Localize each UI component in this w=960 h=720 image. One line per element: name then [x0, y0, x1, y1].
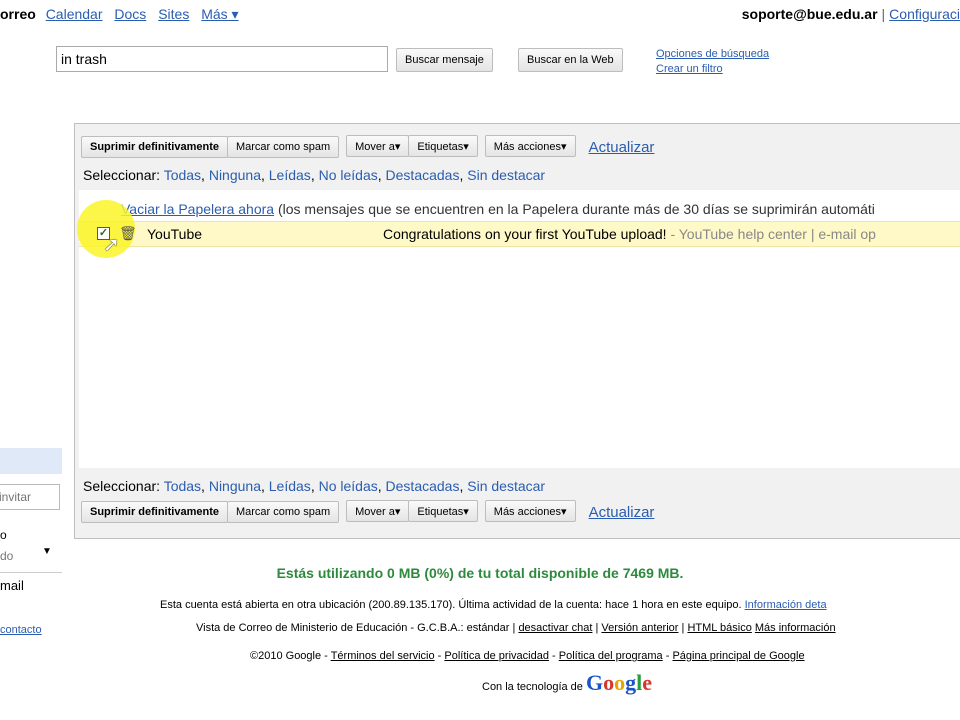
- select-row-top: Seleccionar: Todas, Ninguna, Leídas, No …: [83, 167, 546, 183]
- storage-usage: Estás utilizando 0 MB (0%) de tu total d…: [276, 565, 684, 581]
- activity-details-link[interactable]: Información deta: [745, 599, 827, 611]
- nav-docs[interactable]: Docs: [114, 6, 146, 22]
- chevron-down-icon[interactable]: ▼: [42, 546, 52, 557]
- create-filter-link[interactable]: Crear un filtro: [656, 62, 769, 77]
- sidebar-text: o: [0, 528, 7, 542]
- more-actions-button[interactable]: Más acciones▾: [484, 500, 576, 522]
- refresh-link[interactable]: Actualizar: [589, 504, 655, 521]
- trash-icon: 🗑: [119, 225, 137, 241]
- nav-correo[interactable]: orreo: [0, 6, 36, 22]
- sidebar-highlight: [0, 448, 62, 474]
- select-starred[interactable]: Destacadas: [386, 478, 460, 494]
- message-sender[interactable]: YouTube: [147, 226, 202, 242]
- terms-link[interactable]: Términos del servicio: [331, 650, 435, 662]
- sidebar: o do ▼ mail contacto: [0, 448, 62, 644]
- mail-panel: Suprimir definitivamente Marcar como spam…: [74, 123, 960, 539]
- empty-trash-link[interactable]: Vaciar la Papelera ahora: [121, 201, 274, 217]
- privacy-link[interactable]: Política de privacidad: [444, 650, 549, 662]
- invite-input[interactable]: [0, 484, 60, 510]
- search-mail-button[interactable]: Buscar mensaje: [396, 48, 493, 72]
- select-unread[interactable]: No leídas: [319, 167, 378, 183]
- trash-notice-text: (los mensajes que se encuentren en la Pa…: [274, 201, 875, 217]
- message-subject-text: Congratulations on your first YouTube up…: [383, 226, 667, 242]
- toolbar-bottom: Suprimir definitivamente Marcar como spam…: [81, 500, 654, 523]
- user-bar: soporte@bue.edu.ar | Configuraci: [742, 6, 960, 22]
- search-web-button[interactable]: Buscar en la Web: [518, 48, 623, 72]
- sidebar-status[interactable]: do: [0, 549, 13, 563]
- search-options-link[interactable]: Opciones de búsqueda: [656, 47, 769, 62]
- move-to-button[interactable]: Mover a▾: [346, 500, 410, 522]
- select-starred[interactable]: Destacadas: [386, 167, 460, 183]
- mark-spam-button[interactable]: Marcar como spam: [226, 500, 340, 523]
- footer-powered: Con la tecnología de Google: [482, 670, 652, 696]
- search-input[interactable]: [56, 46, 388, 72]
- mouse-cursor-icon: ➚: [103, 234, 120, 256]
- settings-link[interactable]: Configuraci: [889, 6, 960, 22]
- older-version-link[interactable]: Versión anterior: [601, 622, 678, 634]
- user-email: soporte@bue.edu.ar: [741, 6, 878, 22]
- select-unread[interactable]: No leídas: [319, 478, 378, 494]
- labels-button[interactable]: Etiquetas▾: [408, 135, 478, 157]
- select-read[interactable]: Leídas: [269, 167, 311, 183]
- select-row-bottom: Seleccionar: Todas, Ninguna, Leídas, No …: [83, 478, 546, 494]
- toolbar-top: Suprimir definitivamente Marcar como spam…: [81, 135, 654, 158]
- trash-notice: Vaciar la Papelera ahora (los mensajes q…: [121, 201, 875, 217]
- select-label: Seleccionar:: [83, 167, 161, 183]
- select-all[interactable]: Todas: [164, 478, 201, 494]
- more-actions-button[interactable]: Más acciones▾: [484, 135, 576, 157]
- copyright: ©2010 Google -: [250, 650, 328, 662]
- select-none[interactable]: Ninguna: [209, 478, 261, 494]
- search-links: Opciones de búsqueda Crear un filtro: [656, 47, 769, 77]
- message-snippet: - YouTube help center | e-mail op: [666, 226, 876, 242]
- move-to-button[interactable]: Mover a▾: [346, 135, 410, 157]
- footer-activity: Esta cuenta está abierta en otra ubicaci…: [160, 599, 827, 611]
- top-nav: orreo Calendar Docs Sites Más ▾: [0, 6, 247, 23]
- mark-spam-button[interactable]: Marcar como spam: [226, 135, 340, 158]
- refresh-link[interactable]: Actualizar: [589, 139, 655, 156]
- google-home-link[interactable]: Página principal de Google: [672, 650, 804, 662]
- google-logo: Google: [585, 670, 652, 695]
- table-row[interactable]: ✓ 🗑 ➚ YouTube Congratulations on your fi…: [77, 200, 960, 258]
- select-unstarred[interactable]: Sin destacar: [467, 167, 545, 183]
- view-text: Vista de Correo de Ministerio de Educaci…: [196, 622, 516, 634]
- nav-sites[interactable]: Sites: [158, 6, 189, 22]
- nav-more[interactable]: Más ▾: [201, 6, 238, 22]
- footer-view: Vista de Correo de Ministerio de Educaci…: [196, 622, 836, 634]
- more-info-link[interactable]: Más información: [755, 622, 836, 634]
- nav-calendar[interactable]: Calendar: [46, 6, 103, 22]
- message-subject[interactable]: Congratulations on your first YouTube up…: [383, 226, 876, 242]
- delete-forever-button[interactable]: Suprimir definitivamente: [81, 135, 228, 158]
- separator: |: [881, 6, 886, 22]
- labels-button[interactable]: Etiquetas▾: [408, 500, 478, 522]
- select-none[interactable]: Ninguna: [209, 167, 261, 183]
- add-contact-link[interactable]: contacto: [0, 624, 42, 636]
- disable-chat-link[interactable]: desactivar chat: [518, 622, 592, 634]
- program-policy-link[interactable]: Política del programa: [559, 650, 663, 662]
- select-label: Seleccionar:: [83, 478, 161, 494]
- footer-legal: ©2010 Google - Términos del servicio - P…: [250, 650, 805, 662]
- basic-html-link[interactable]: HTML básico: [687, 622, 751, 634]
- select-all[interactable]: Todas: [164, 167, 201, 183]
- powered-text: Con la tecnología de: [482, 681, 583, 693]
- select-unstarred[interactable]: Sin destacar: [467, 478, 545, 494]
- delete-forever-button[interactable]: Suprimir definitivamente: [81, 500, 228, 523]
- select-read[interactable]: Leídas: [269, 478, 311, 494]
- activity-text: Esta cuenta está abierta en otra ubicaci…: [160, 599, 742, 611]
